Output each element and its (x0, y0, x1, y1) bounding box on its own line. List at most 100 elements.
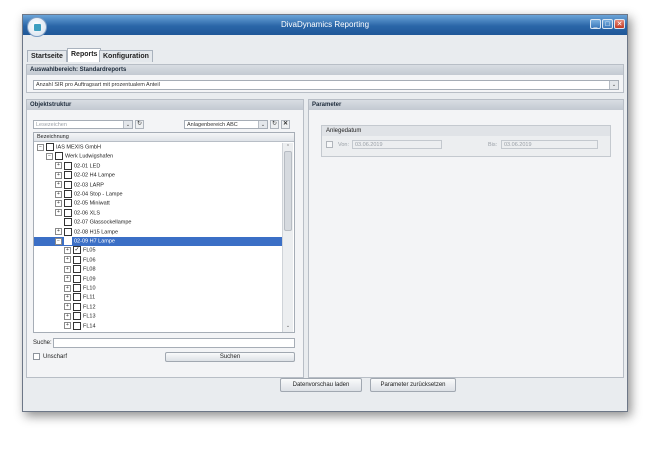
expand-icon[interactable]: + (55, 209, 62, 217)
scrollbar-thumb[interactable] (284, 151, 292, 231)
tree-row[interactable]: + FL13 (34, 312, 282, 321)
tab-konfiguration[interactable]: Konfiguration (99, 50, 153, 62)
unscharf-checkbox[interactable] (33, 353, 40, 360)
clear-area-icon[interactable]: ✕ (281, 120, 290, 129)
tree-checkbox[interactable] (64, 227, 72, 236)
preview-button[interactable]: Datenvorschau laden (280, 378, 362, 392)
tree-scrollbar[interactable]: ⌃ ⌄ (282, 143, 293, 332)
tree-checkbox[interactable] (73, 312, 81, 321)
expand-icon[interactable]: + (64, 312, 71, 320)
scroll-up-icon[interactable]: ⌃ (284, 144, 292, 150)
report-select[interactable]: Anzahl SIR pro Auftragsart mit prozentua… (33, 80, 619, 90)
tab-startseite[interactable]: Startseite (27, 50, 67, 62)
tree-row[interactable]: + FL08 (34, 265, 282, 274)
tree-row[interactable]: +02-03 LARP (34, 180, 282, 190)
tree-rows: − IAS MEXIS GmbH − Werk Ludwigshafen +02-01 … (34, 143, 282, 332)
tree-row[interactable]: + FL14 (34, 321, 282, 331)
tree-row[interactable]: +02-08 H15 Lampe (34, 227, 282, 237)
refresh-bookmark-icon[interactable]: ↻ (135, 120, 144, 129)
collapse-icon[interactable]: − (46, 152, 53, 160)
tree-row[interactable]: + FL11 (34, 293, 282, 302)
tree-row-label: IAS MEXIS GmbH (56, 144, 101, 151)
expand-icon[interactable]: + (64, 256, 71, 264)
column-header-bezeichnung[interactable]: Bezeichnung (34, 133, 294, 142)
lesezeichen-combo[interactable]: Lesezeichen ⌄ (33, 120, 133, 129)
tree-row[interactable]: + ✓ FL05 (34, 246, 282, 255)
tree-row[interactable]: − IAS MEXIS GmbH (34, 143, 282, 152)
auswahlbereich-panel: Auswahlbereich: Standardreports Anzahl S… (26, 64, 624, 93)
expand-icon[interactable]: + (64, 322, 71, 330)
expand-icon[interactable]: + (64, 284, 71, 292)
parameter-header: Parameter (309, 100, 623, 110)
objektstruktur-panel: Objektstruktur Lesezeichen ⌄ ↻ Anlagenbe… (26, 99, 304, 378)
tree-row[interactable]: +02-05 Miniwatt (34, 199, 282, 208)
expand-icon[interactable]: + (64, 303, 71, 311)
unscharf-label: Unscharf (43, 354, 68, 360)
tree-checkbox[interactable] (73, 302, 81, 311)
tree-row[interactable]: + FL09 (34, 274, 282, 284)
tab-reports[interactable]: Reports (67, 48, 102, 62)
tree-checkbox[interactable] (73, 274, 81, 283)
chevron-down-icon[interactable]: ⌄ (123, 121, 132, 128)
expand-icon[interactable]: + (64, 246, 71, 254)
close-button[interactable]: ✕ (614, 19, 625, 29)
tree-row[interactable]: + FL12 (34, 302, 282, 312)
tree-checkbox[interactable] (64, 171, 72, 180)
tree-checkbox[interactable] (64, 190, 72, 198)
tree-checkbox[interactable] (64, 161, 72, 170)
report-select-value: Anzahl SIR pro Auftragsart mit prozentua… (36, 82, 160, 88)
tree-checkbox[interactable] (73, 255, 81, 264)
tree-checkbox[interactable] (64, 218, 72, 227)
expand-icon[interactable]: + (55, 181, 62, 189)
tree-checkbox[interactable] (73, 284, 81, 292)
minimize-button[interactable]: _ (590, 19, 601, 29)
tree-checkbox[interactable] (46, 143, 54, 151)
tree-checkbox[interactable] (55, 152, 63, 161)
tree-checkbox[interactable]: ✓ (73, 246, 81, 255)
tree-checkbox[interactable] (73, 293, 81, 302)
tree-row[interactable]: +02-04 Stop - Lampe (34, 190, 282, 199)
reset-parameters-button[interactable]: Parameter zurücksetzen (370, 378, 456, 392)
expand-icon[interactable]: + (55, 228, 62, 236)
tree-checkbox[interactable] (64, 199, 72, 208)
app-window: DivaDynamics Reporting _ □ ✕ Startseite … (22, 14, 628, 412)
search-button[interactable]: Suchen (165, 352, 295, 362)
expand-icon[interactable]: + (64, 293, 71, 301)
anlegedatum-checkbox[interactable] (326, 141, 333, 148)
tree-row[interactable]: + FL10 (34, 284, 282, 293)
von-date-field[interactable]: 03.06.2019 (352, 140, 442, 149)
chevron-down-icon[interactable]: ⌄ (609, 81, 618, 89)
tree-checkbox[interactable] (64, 180, 72, 189)
tree-row[interactable]: +02-01 LED (34, 161, 282, 171)
expand-icon[interactable]: + (55, 199, 62, 207)
tree-checkbox[interactable] (64, 237, 72, 245)
title-bar[interactable]: DivaDynamics Reporting _ □ ✕ (23, 15, 627, 35)
tree-row[interactable]: − Werk Ludwigshafen (34, 152, 282, 161)
collapse-icon[interactable]: − (55, 237, 62, 245)
expand-icon[interactable]: + (64, 275, 71, 283)
maximize-button[interactable]: □ (602, 19, 613, 29)
tree-row[interactable]: +02-02 H4 Lampe (34, 171, 282, 180)
expand-icon[interactable]: + (55, 162, 62, 170)
bis-label: Bis: (488, 142, 498, 148)
collapse-icon[interactable]: − (37, 143, 44, 151)
expand-icon[interactable]: + (64, 265, 71, 273)
bis-date-field[interactable]: 03.06.2019 (501, 140, 598, 149)
chevron-down-icon[interactable]: ⌄ (258, 121, 267, 128)
tree-row[interactable]: + FL06 (34, 255, 282, 265)
tree-row[interactable]: 02-07 Glassockellampe (34, 218, 282, 227)
expand-icon[interactable]: + (55, 171, 62, 179)
tree-row-label: FL05 (83, 247, 96, 254)
anlagenbereich-combo[interactable]: Anlagenbereich ABC ⌄ (184, 120, 268, 129)
tree-checkbox[interactable] (73, 265, 81, 274)
search-input[interactable] (53, 338, 295, 348)
refresh-area-icon[interactable]: ↻ (270, 120, 279, 129)
tree-checkbox[interactable] (64, 208, 72, 217)
tree-row[interactable]: +02-06 XLS (34, 208, 282, 218)
tree-checkbox[interactable] (73, 321, 81, 330)
scroll-down-icon[interactable]: ⌄ (284, 323, 292, 329)
object-tree[interactable]: Bezeichnung ⌃ ⌄ − IAS MEXIS GmbH − Werk Lud… (33, 132, 295, 333)
expand-icon[interactable]: + (55, 190, 62, 198)
tree-row-label: 02-01 LED (74, 163, 101, 170)
tree-row[interactable]: − 02-09 H7 Lampe (34, 237, 282, 246)
